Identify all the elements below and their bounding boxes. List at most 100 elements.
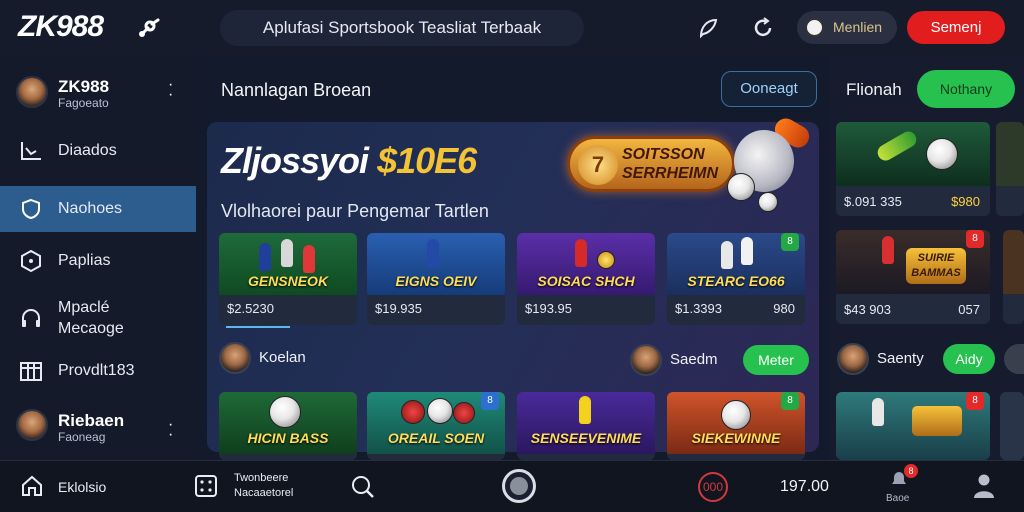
game-card[interactable]: 8 STEARC EO66 $1.3393 980 [667, 233, 805, 325]
badge-line-2: SERRHEIMN [622, 165, 719, 182]
card-title: SOISAC SHCH [537, 273, 635, 289]
game-card[interactable]: HICIN BASS [219, 392, 357, 460]
user-row[interactable]: Saedm [630, 344, 740, 378]
green-action-button[interactable]: Meter [743, 345, 809, 375]
ball-icon [401, 400, 425, 424]
profile-sub: Fagoeato [58, 96, 109, 110]
sidebar-item-label: Mpaclé [58, 299, 110, 316]
card-value: $19.935 [375, 301, 422, 316]
refresh-icon[interactable] [750, 15, 776, 41]
sidebar-profile-bottom[interactable]: Riebaen Faoneag · · [0, 400, 196, 452]
sidebar-profile-top[interactable]: ZK988 Fagoeato · · [0, 66, 196, 118]
home-icon [22, 475, 42, 496]
sidebar-item-paplias[interactable]: Paplias [0, 238, 196, 284]
ball-icon [597, 251, 615, 269]
game-card[interactable]: $.091 335 $980 [836, 122, 990, 216]
more-icon[interactable]: · · [168, 77, 173, 103]
notification-badge: 8 [781, 233, 799, 251]
player-figure [259, 243, 271, 271]
game-card[interactable]: 8 [836, 392, 990, 460]
card-value-2: 980 [773, 301, 795, 316]
banner-subtitle: Vlolhaorei paur Pengemar Tartlen [221, 201, 489, 221]
calendar-icon [20, 362, 42, 381]
game-card-partial[interactable] [1003, 230, 1024, 324]
search-icon[interactable] [350, 474, 376, 500]
profile-sub: Faoneag [58, 430, 106, 444]
game-card-partial[interactable] [1000, 392, 1024, 460]
right-panel-button[interactable]: Nothany [917, 70, 1015, 108]
card-title: STEARC EO66 [687, 273, 785, 289]
player-figure [575, 239, 587, 267]
user-icon[interactable] [971, 472, 997, 500]
card-value-2: $980 [951, 194, 980, 209]
sidebar-item-label: Provdlt183 [58, 362, 135, 379]
game-card[interactable]: SENSEEVENIME [517, 392, 655, 460]
register-button[interactable]: Semenj [907, 11, 1005, 44]
nav-games[interactable]: Twonbeere Nacaaetorel [192, 460, 332, 512]
soccer-ball-icon [727, 173, 755, 201]
notification-badge: 8 [781, 392, 799, 410]
user-name: Saenty [877, 350, 924, 367]
card-image [996, 122, 1024, 186]
player-figure [741, 237, 753, 265]
player-figure [303, 245, 315, 273]
card-value: $1.3393 [675, 301, 722, 316]
player-figure [579, 396, 591, 424]
user-row[interactable]: Koelan [219, 342, 339, 376]
profile-name: Riebaen [58, 411, 125, 430]
sidebar-item-naohoes[interactable]: Naohoes [0, 186, 196, 232]
game-card-partial[interactable] [996, 122, 1024, 216]
game-card[interactable]: GENSNEOK $2.5230 [219, 233, 357, 325]
card-value: $.091 335 [844, 194, 902, 209]
banner-badge: 7 SOITSSON SERRHEIMN [567, 136, 735, 192]
game-card[interactable]: 8 SIEKEWINNE [667, 392, 805, 460]
soccer-ball-icon [721, 400, 751, 430]
brand-logo[interactable]: ZK988 [18, 10, 104, 44]
user-name: Saedm [670, 351, 718, 368]
notification-badge: 8 [966, 230, 984, 248]
avatar [16, 409, 48, 441]
center-action-icon[interactable] [502, 469, 536, 503]
player-figure [721, 241, 733, 269]
soccer-ball-icon [758, 192, 778, 212]
chip-icon[interactable]: 000 [698, 472, 728, 502]
feather-icon[interactable] [695, 15, 721, 41]
game-card[interactable]: EIGNS OEIV $19.935 [367, 233, 505, 325]
notification-badge: 8 [966, 392, 984, 410]
card-image [1000, 392, 1024, 460]
shield-icon [22, 198, 40, 220]
card-value: $193.95 [525, 301, 572, 316]
search-bar[interactable]: Aplufasi Sportsbook Teasliat Terbaak [220, 10, 584, 46]
user-row[interactable]: Saenty [837, 343, 937, 377]
outline-button[interactable]: Ooneagt [721, 71, 817, 107]
sidebar-item-message[interactable]: Mpaclé Mecaoge [0, 294, 196, 346]
sidebar-item-diaados[interactable]: Diaados [0, 128, 196, 174]
nav-notifications[interactable]: 8 Baoe [880, 460, 924, 512]
player-figure [281, 239, 293, 267]
banner-title: Zljossyoi $10E6 [221, 140, 477, 181]
game-card[interactable]: SUIRIE BAMMAS 8 $43 903 057 [836, 230, 990, 324]
game-card[interactable]: 8 OREAIL SOEN [367, 392, 505, 460]
link-icon[interactable] [137, 17, 163, 39]
card-title: SUIRIE BAMMAS [906, 248, 966, 284]
card-image [836, 122, 990, 186]
card-title: OREAIL SOEN [387, 430, 485, 446]
ball-icon [453, 402, 475, 424]
avatar [219, 342, 251, 374]
card-value-2: 057 [958, 302, 980, 317]
green-action-button[interactable]: Aidy [943, 344, 995, 374]
avatar [16, 76, 48, 108]
nav-home[interactable]: Eklolsio [16, 460, 146, 512]
sidebar-item-provdlt[interactable]: Provdlt183 [0, 348, 196, 394]
soccer-ball-icon [269, 396, 301, 428]
sidebar-item-label: Paplias [58, 252, 111, 269]
card-value: $43 903 [844, 302, 891, 317]
stats-icon [21, 142, 41, 160]
player-figure [882, 236, 894, 264]
soccer-ball-icon [427, 398, 453, 424]
dice-icon [195, 475, 217, 497]
sidebar-item-label: Naohoes [58, 200, 123, 217]
game-card[interactable]: SOISAC SHCH $193.95 [517, 233, 655, 325]
more-icon[interactable]: · · [168, 417, 173, 443]
menu-pill[interactable]: Menlien [797, 11, 897, 44]
